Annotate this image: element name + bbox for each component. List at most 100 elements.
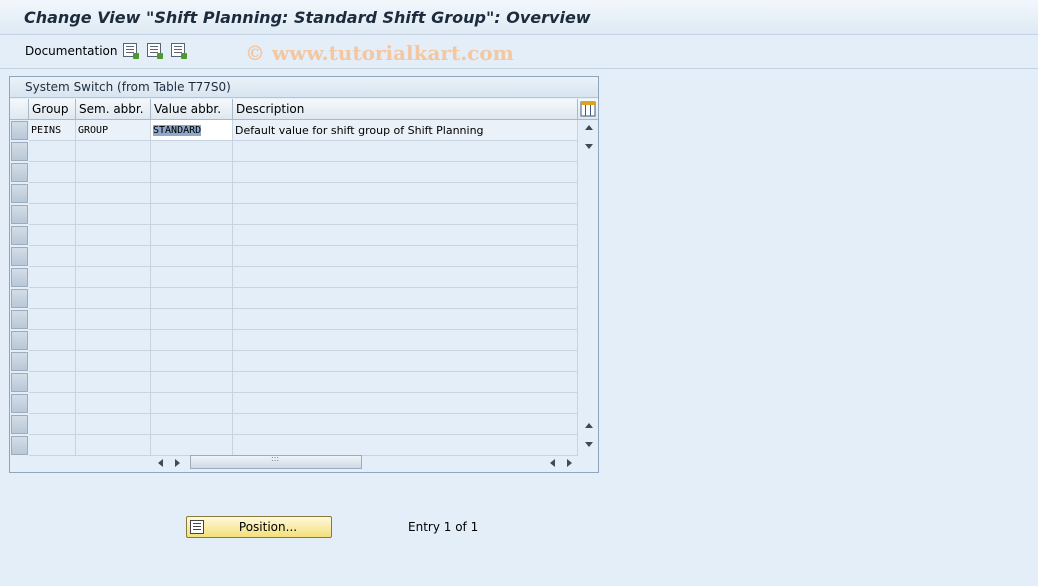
cell-group xyxy=(29,183,76,204)
scroll-right-icon[interactable] xyxy=(175,459,180,467)
row-selector[interactable] xyxy=(11,436,28,455)
cell-sem-abbr xyxy=(76,309,151,330)
cell-group xyxy=(29,435,76,456)
cell-sem-abbr xyxy=(76,414,151,435)
cell-description xyxy=(233,330,578,351)
title-bar: Change View "Shift Planning: Standard Sh… xyxy=(0,0,1038,35)
cell-group xyxy=(29,288,76,309)
row-selector[interactable] xyxy=(11,310,28,329)
cell-sem-abbr xyxy=(76,183,151,204)
cell-value-abbr xyxy=(151,309,233,330)
cell-value-abbr xyxy=(151,246,233,267)
cell-sem-abbr xyxy=(76,267,151,288)
column-header-description[interactable]: Description xyxy=(233,99,578,120)
row-selector[interactable] xyxy=(11,163,28,182)
cell-value-abbr xyxy=(151,372,233,393)
cell-value-abbr xyxy=(151,330,233,351)
cell-description xyxy=(233,288,578,309)
page-down-icon[interactable] xyxy=(585,442,593,447)
cell-sem-abbr xyxy=(76,246,151,267)
horizontal-scroll-thumb[interactable] xyxy=(190,454,362,469)
page-title: Change View "Shift Planning: Standard Sh… xyxy=(24,8,591,27)
column-header-group[interactable]: Group xyxy=(29,99,76,120)
export-list-icon[interactable] xyxy=(123,43,139,59)
column-header-sem-abbr[interactable]: Sem. abbr. xyxy=(76,99,151,120)
cell-description: Default value for shift group of Shift P… xyxy=(233,120,578,141)
cell-value-abbr xyxy=(151,393,233,414)
cell-value-abbr xyxy=(151,204,233,225)
cell-value-abbr xyxy=(151,225,233,246)
cell-sem-abbr xyxy=(76,435,151,456)
table-header: Group Sem. abbr. Value abbr. Description xyxy=(10,99,598,120)
cell-value-abbr xyxy=(151,183,233,204)
cell-value-abbr xyxy=(151,351,233,372)
row-selector[interactable] xyxy=(11,373,28,392)
row-selector[interactable] xyxy=(11,205,28,224)
import-list-icon[interactable] xyxy=(147,43,163,59)
row-selector[interactable] xyxy=(11,394,28,413)
cell-group xyxy=(29,141,76,162)
row-selector[interactable] xyxy=(11,121,28,140)
cell-group xyxy=(29,372,76,393)
column-header-value-abbr[interactable]: Value abbr. xyxy=(151,99,233,120)
scroll-right-end-icon[interactable] xyxy=(567,459,572,467)
row-selector[interactable] xyxy=(11,415,28,434)
cell-group xyxy=(29,309,76,330)
cell-group xyxy=(29,204,76,225)
cell-description xyxy=(233,372,578,393)
cell-value-abbr xyxy=(151,288,233,309)
page-up-icon[interactable] xyxy=(585,423,593,428)
cell-group: PEINS xyxy=(29,120,76,141)
cell-description xyxy=(233,267,578,288)
table-caption: System Switch (from Table T77S0) xyxy=(10,77,598,98)
cell-sem-abbr xyxy=(76,225,151,246)
cell-group xyxy=(29,225,76,246)
row-selector[interactable] xyxy=(11,226,28,245)
row-selector[interactable] xyxy=(11,247,28,266)
cell-value-abbr xyxy=(151,141,233,162)
row-selector[interactable] xyxy=(11,142,28,161)
table-settings-icon[interactable] xyxy=(578,99,598,120)
cell-group xyxy=(29,330,76,351)
cell-value-abbr xyxy=(151,267,233,288)
cell-sem-abbr xyxy=(76,330,151,351)
cell-description xyxy=(233,183,578,204)
position-button[interactable]: Position... xyxy=(186,516,332,538)
row-selector[interactable] xyxy=(11,289,28,308)
table-caption-text: System Switch (from Table T77S0) xyxy=(25,80,231,94)
watermark: © www.tutorialkart.com xyxy=(245,41,514,65)
cell-description xyxy=(233,393,578,414)
row-selector[interactable] xyxy=(11,184,28,203)
entry-counter: Entry 1 of 1 xyxy=(408,520,479,534)
cell-group xyxy=(29,414,76,435)
row-selector[interactable] xyxy=(11,331,28,350)
row-selector[interactable] xyxy=(11,268,28,287)
cell-description xyxy=(233,204,578,225)
cell-sem-abbr: GROUP xyxy=(76,120,151,141)
cell-group xyxy=(29,162,76,183)
cell-sem-abbr xyxy=(76,162,151,183)
cell-description xyxy=(233,351,578,372)
scroll-left-icon[interactable] xyxy=(158,459,163,467)
cell-sem-abbr xyxy=(76,141,151,162)
cell-description xyxy=(233,225,578,246)
cell-description xyxy=(233,414,578,435)
documentation-button[interactable]: Documentation xyxy=(25,44,118,58)
cell-group xyxy=(29,246,76,267)
cell-description xyxy=(233,435,578,456)
print-list-icon[interactable] xyxy=(171,43,187,59)
cell-sem-abbr xyxy=(76,372,151,393)
cell-group xyxy=(29,351,76,372)
cell-value-abbr xyxy=(151,162,233,183)
cell-sem-abbr xyxy=(76,393,151,414)
cell-description xyxy=(233,162,578,183)
cell-value-abbr[interactable]: STANDARD xyxy=(151,120,233,141)
scroll-down-icon[interactable] xyxy=(585,144,593,149)
scroll-up-icon[interactable] xyxy=(585,125,593,130)
scroll-left-end-icon[interactable] xyxy=(550,459,555,467)
row-selector[interactable] xyxy=(11,352,28,371)
horizontal-scrollbar[interactable] xyxy=(150,454,580,472)
application-toolbar: Documentation xyxy=(0,35,1038,69)
vertical-scrollbar[interactable] xyxy=(580,120,598,453)
select-all-corner[interactable] xyxy=(10,99,29,120)
